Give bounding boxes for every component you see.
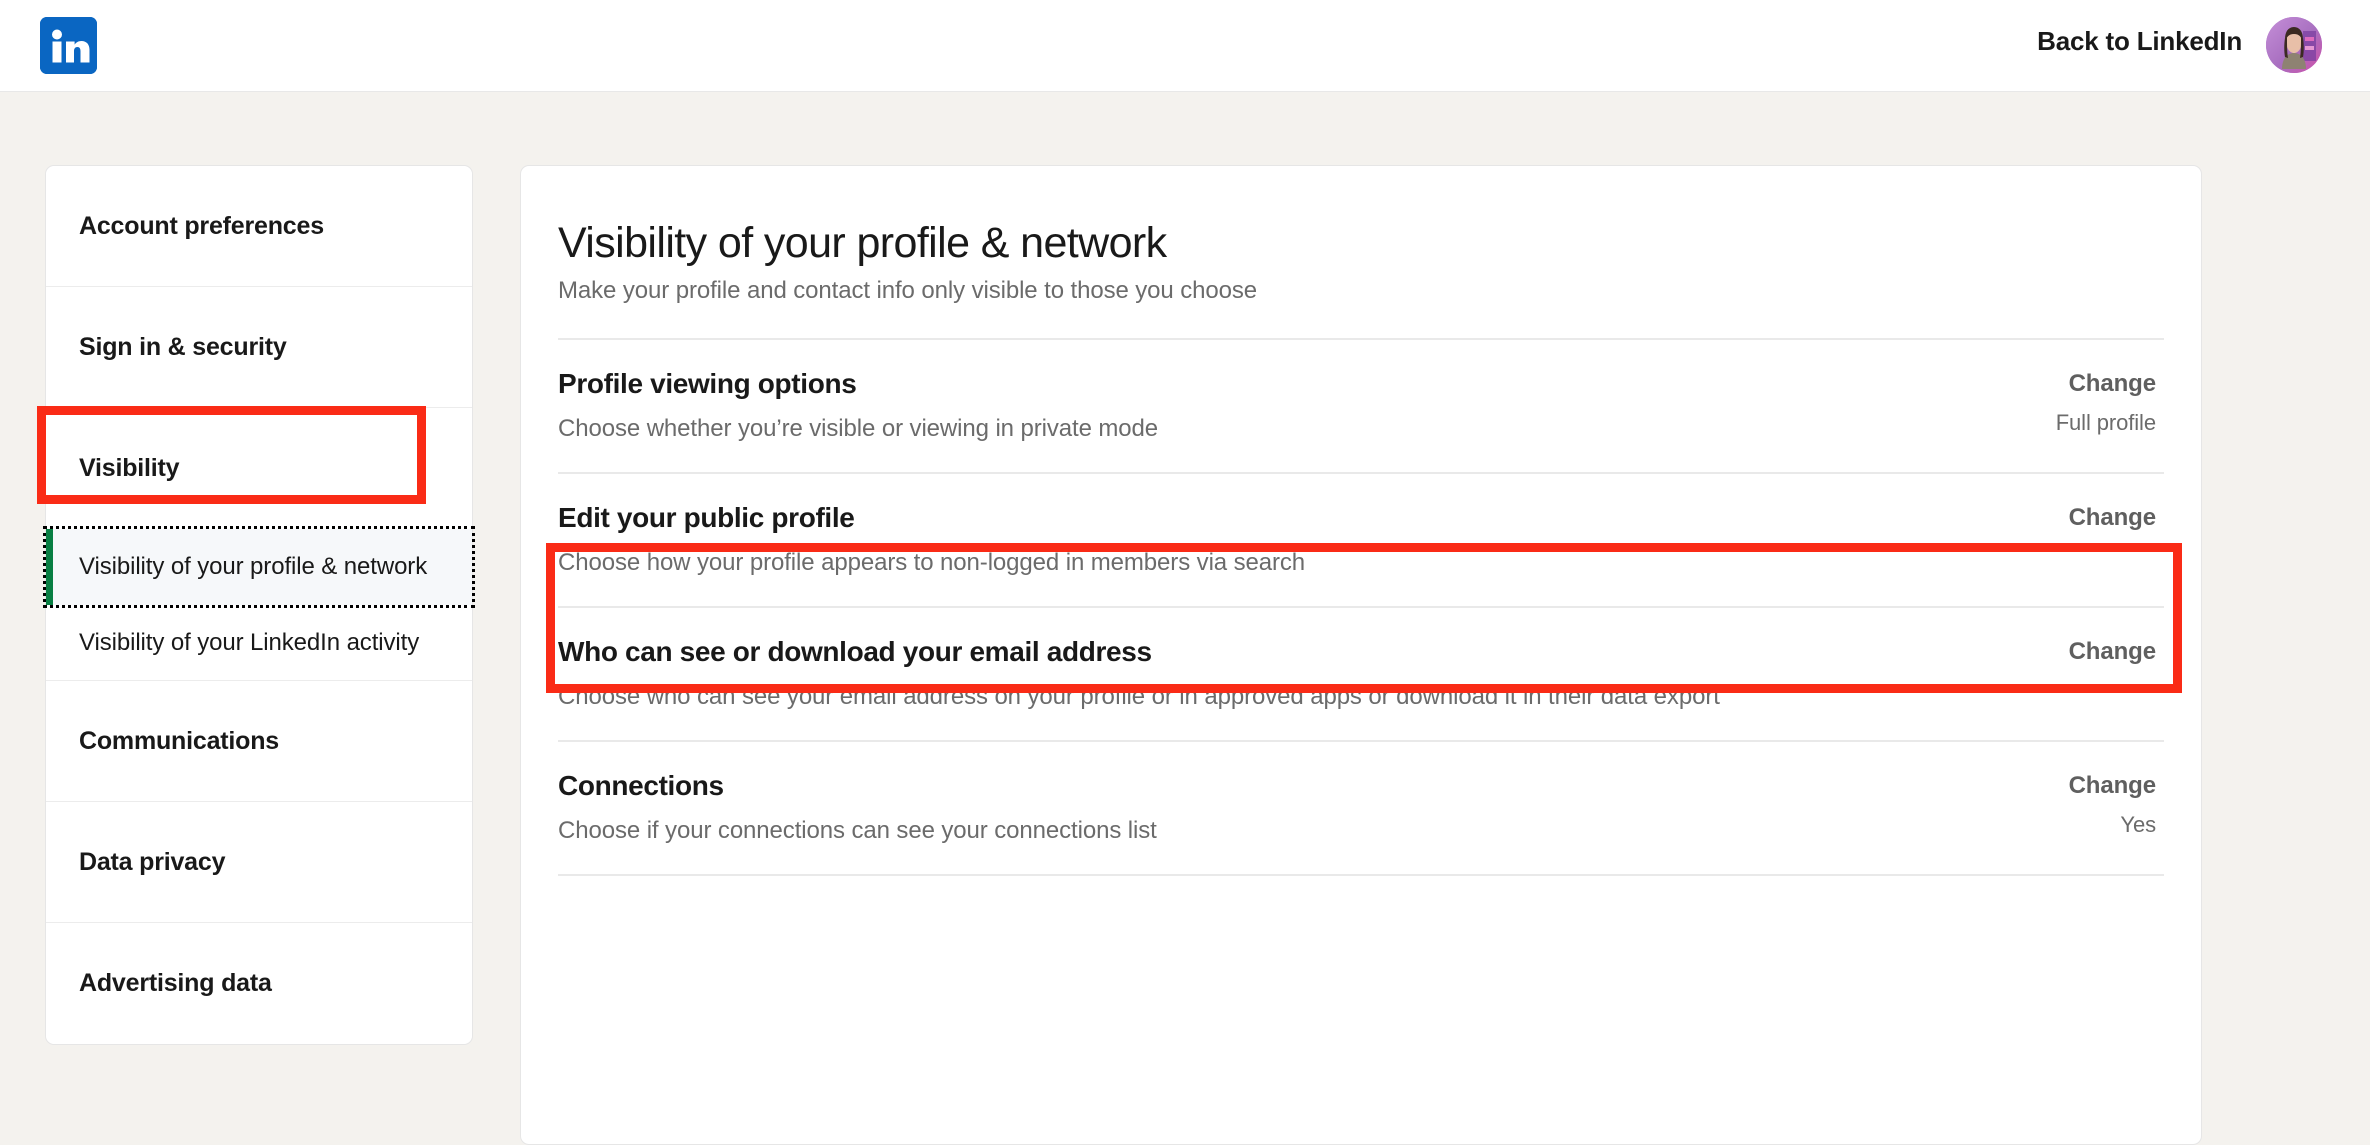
sidebar-item-sign-in-security[interactable]: Sign in & security xyxy=(46,287,472,408)
setting-title: Who can see or download your email addre… xyxy=(558,636,1152,668)
setting-row-edit-public-profile[interactable]: Edit your public profile Choose how your… xyxy=(558,474,2164,606)
sidebar-item-label: Advertising data xyxy=(79,969,272,998)
sidebar-subnav: Visibility of your profile & network Vis… xyxy=(43,526,475,681)
linkedin-logo-icon[interactable] xyxy=(40,17,97,74)
settings-main-panel: Visibility of your profile & network Mak… xyxy=(520,165,2202,1145)
sidebar-subitem-visibility-profile-network[interactable]: Visibility of your profile & network xyxy=(43,526,475,608)
sidebar-item-visibility[interactable]: Visibility xyxy=(37,406,472,529)
row-divider xyxy=(558,874,2164,877)
sidebar-subitem-label: Visibility of your LinkedIn activity xyxy=(79,628,420,656)
avatar[interactable] xyxy=(2266,17,2322,73)
setting-description: Choose whether you’re visible or viewing… xyxy=(558,414,1159,442)
change-link[interactable]: Change xyxy=(2016,504,2157,532)
sidebar-subitem-visibility-activity[interactable]: Visibility of your LinkedIn activity xyxy=(46,604,472,681)
page-body: Account preferences Sign in & security V… xyxy=(0,92,2370,1145)
sidebar-item-data-privacy[interactable]: Data privacy xyxy=(46,802,472,924)
sidebar-item-label: Visibility xyxy=(79,454,180,482)
sidebar-item-label: Data privacy xyxy=(79,847,226,876)
setting-description: Choose who can see your email address on… xyxy=(558,682,1720,710)
back-to-linkedin-link[interactable]: Back to LinkedIn xyxy=(2037,26,2242,57)
setting-description: Choose if your connections can see your … xyxy=(558,816,1157,844)
page-title: Visibility of your profile & network xyxy=(558,219,1167,267)
setting-title: Connections xyxy=(558,770,724,802)
sidebar-item-label: Communications xyxy=(79,726,279,755)
setting-title: Edit your public profile xyxy=(558,502,855,534)
settings-sidebar: Account preferences Sign in & security V… xyxy=(37,165,475,1046)
setting-row[interactable]: Profile viewing options Choose whether y… xyxy=(558,340,2164,472)
setting-row[interactable]: Who can see or download your email addre… xyxy=(558,608,2164,740)
top-navigation-bar: Back to LinkedIn xyxy=(0,0,2370,92)
sidebar-item-label: Sign in & security xyxy=(79,332,287,361)
setting-description: Choose how your profile appears to non-l… xyxy=(558,548,1306,576)
page-subtitle: Make your profile and contact info only … xyxy=(558,277,1258,305)
setting-value: Yes xyxy=(2120,812,2156,838)
change-link[interactable]: Change xyxy=(2016,638,2157,666)
sidebar-item-account-preferences[interactable]: Account preferences xyxy=(46,166,472,287)
sidebar-item-advertising-data[interactable]: Advertising data xyxy=(46,923,472,1045)
setting-value: Full profile xyxy=(2055,410,2156,436)
change-link[interactable]: Change xyxy=(2016,370,2157,398)
sidebar-item-label: Account preferences xyxy=(79,211,324,240)
sidebar-subitem-label: Visibility of your profile & network xyxy=(79,553,428,580)
change-link[interactable]: Change xyxy=(2016,772,2157,800)
setting-title: Profile viewing options xyxy=(558,368,857,400)
setting-row[interactable]: Connections Choose if your connections c… xyxy=(558,742,2164,874)
sidebar-item-communications[interactable]: Communications xyxy=(46,681,472,803)
